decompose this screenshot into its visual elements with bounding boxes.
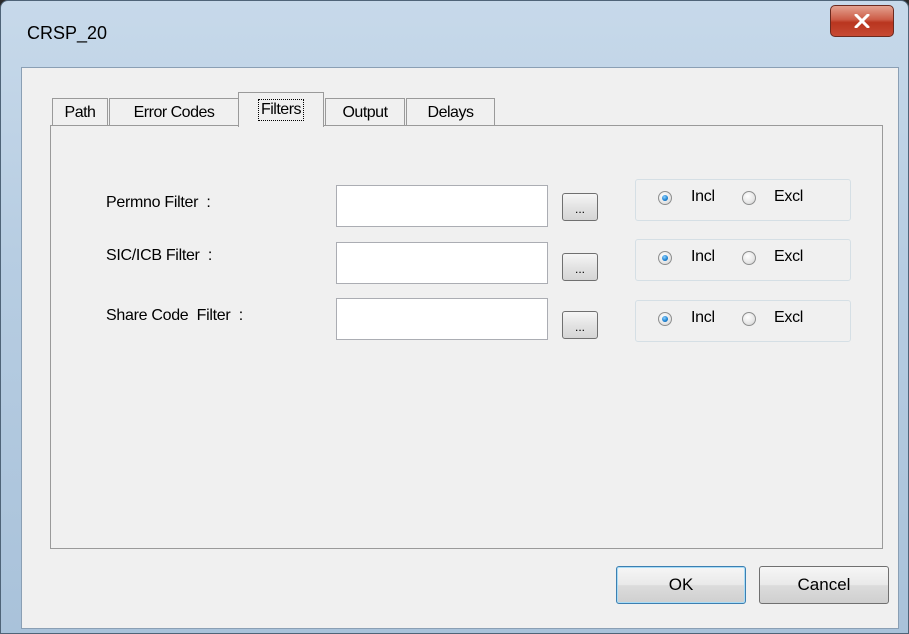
share-code-incl-radio[interactable] bbox=[658, 312, 672, 326]
permno-incl-label[interactable]: Incl bbox=[691, 188, 715, 206]
tab-output-label: Output bbox=[342, 103, 388, 121]
tab-error-codes[interactable]: Error Codes bbox=[109, 98, 239, 126]
tab-filters[interactable]: Filters bbox=[238, 92, 324, 127]
close-icon bbox=[854, 14, 870, 28]
permno-browse-button[interactable]: ... bbox=[562, 193, 598, 221]
permno-excl-radio[interactable] bbox=[742, 191, 756, 205]
share-code-filter-input[interactable] bbox=[336, 298, 548, 340]
sic-icb-filter-label: SIC/ICB Filter : bbox=[106, 247, 213, 264]
permno-incl-radio[interactable] bbox=[658, 191, 672, 205]
sic-icb-excl-radio[interactable] bbox=[742, 251, 756, 265]
permno-excl-label[interactable]: Excl bbox=[774, 188, 803, 206]
share-code-filter-label: Share Code Filter : bbox=[106, 307, 243, 324]
close-button[interactable] bbox=[830, 5, 894, 37]
tab-delays-label: Delays bbox=[427, 103, 474, 121]
tab-output[interactable]: Output bbox=[325, 98, 405, 126]
title-bar[interactable]: CRSP_20 bbox=[1, 1, 908, 61]
tab-path[interactable]: Path bbox=[52, 98, 108, 126]
share-code-excl-label[interactable]: Excl bbox=[774, 309, 803, 327]
sic-icb-incl-excl-group: Incl Excl bbox=[635, 239, 851, 281]
tab-path-label: Path bbox=[64, 103, 96, 121]
cancel-button[interactable]: Cancel bbox=[759, 566, 889, 604]
share-code-incl-excl-group: Incl Excl bbox=[635, 300, 851, 342]
sic-icb-excl-label[interactable]: Excl bbox=[774, 248, 803, 266]
tab-filters-label: Filters bbox=[257, 99, 305, 121]
sic-icb-filter-input[interactable] bbox=[336, 242, 548, 284]
permno-filter-label: Permno Filter : bbox=[106, 194, 211, 211]
tab-error-codes-label: Error Codes bbox=[133, 103, 215, 121]
tab-delays[interactable]: Delays bbox=[406, 98, 495, 126]
dialog-client-area: Path Error Codes Filters Output Delays P… bbox=[21, 67, 899, 629]
permno-incl-excl-group: Incl Excl bbox=[635, 179, 851, 221]
sic-icb-incl-radio[interactable] bbox=[658, 251, 672, 265]
share-code-browse-button[interactable]: ... bbox=[562, 311, 598, 339]
ok-button[interactable]: OK bbox=[616, 566, 746, 604]
sic-icb-browse-button[interactable]: ... bbox=[562, 253, 598, 281]
share-code-incl-label[interactable]: Incl bbox=[691, 309, 715, 327]
filters-tab-panel: Permno Filter : ... Incl Excl SIC/ICB Fi… bbox=[50, 125, 883, 549]
sic-icb-incl-label[interactable]: Incl bbox=[691, 248, 715, 266]
permno-filter-input[interactable] bbox=[336, 185, 548, 227]
dialog-window: CRSP_20 Path Error Codes Filters Output … bbox=[0, 0, 909, 634]
window-title: CRSP_20 bbox=[27, 23, 108, 43]
share-code-excl-radio[interactable] bbox=[742, 312, 756, 326]
